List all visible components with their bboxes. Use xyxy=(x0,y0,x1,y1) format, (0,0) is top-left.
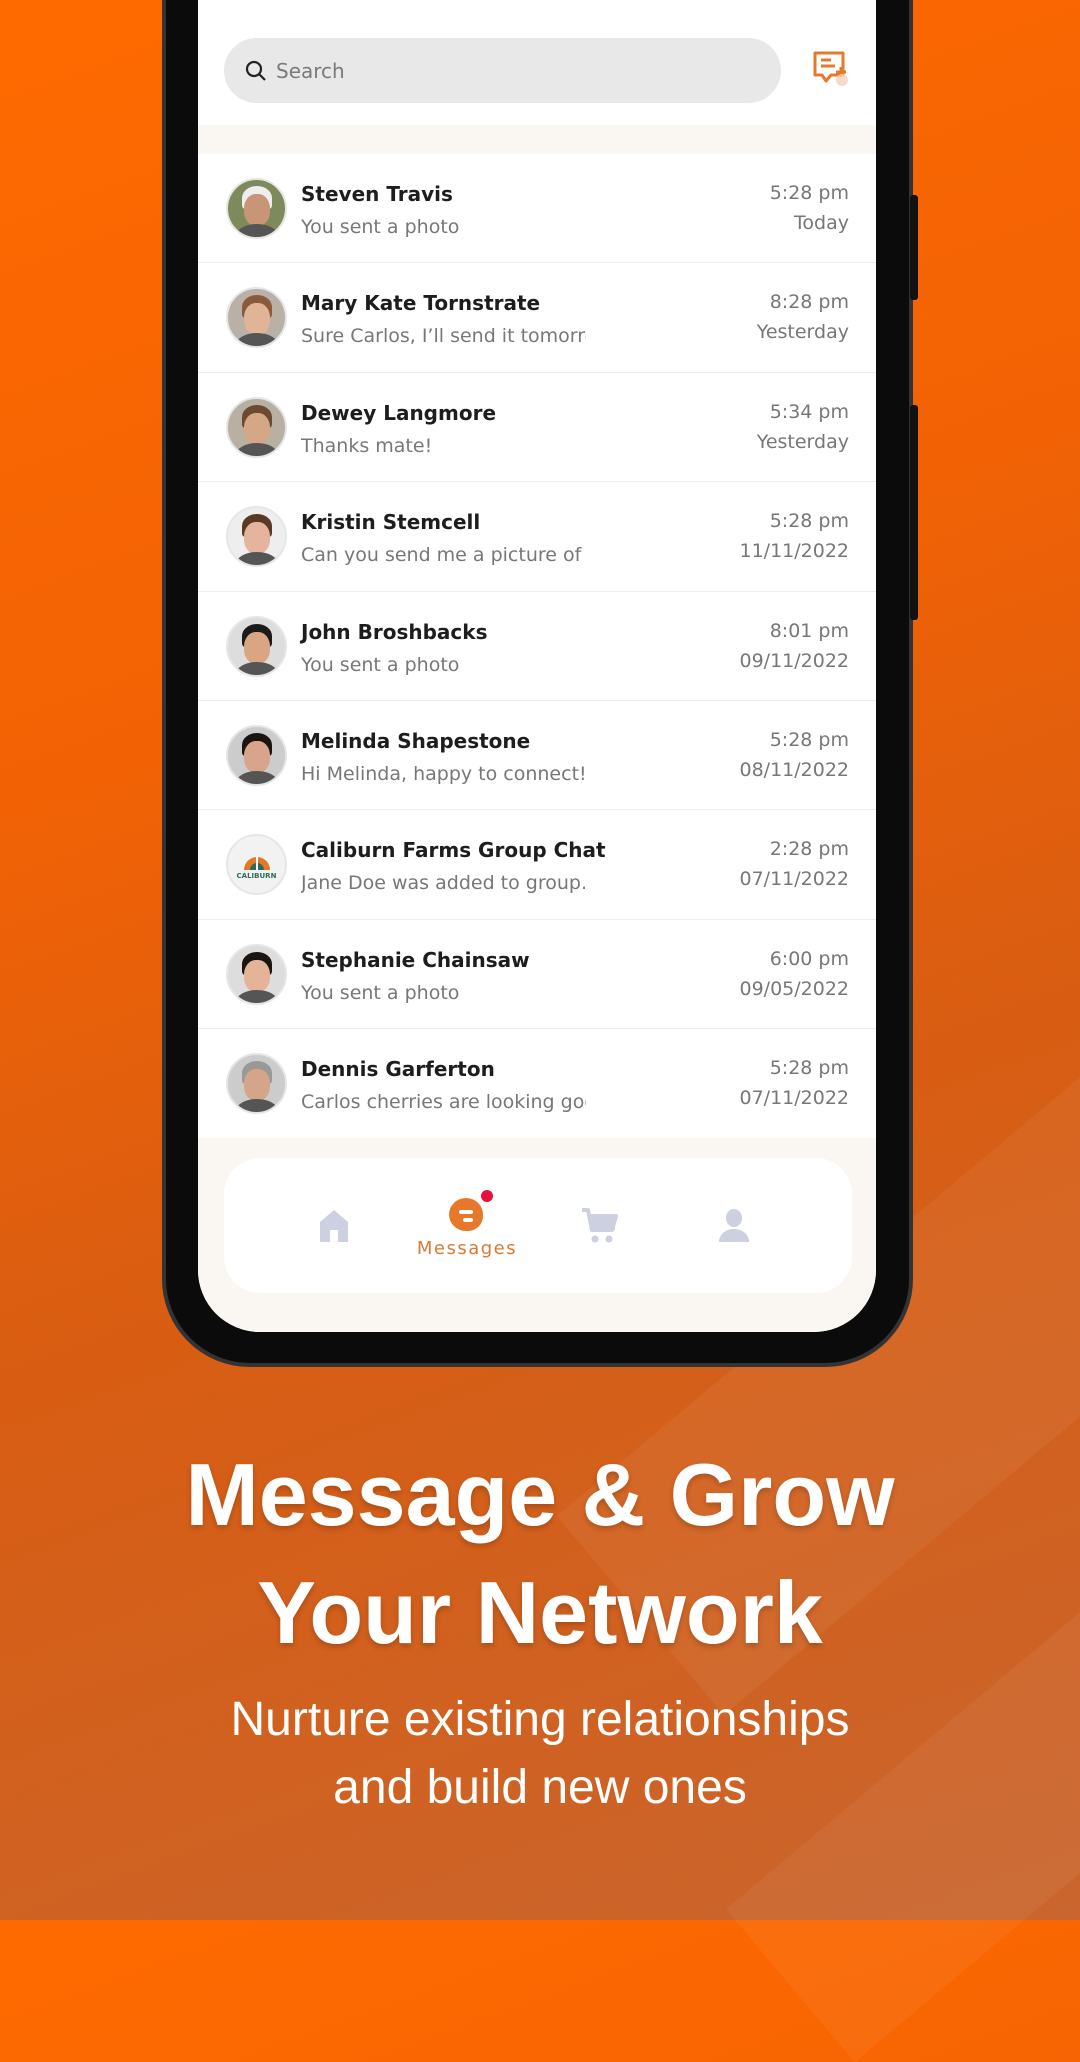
message-date: 08/11/2022 xyxy=(739,758,849,781)
profile-icon xyxy=(719,1208,749,1242)
conversation-row[interactable]: Dennis Garferton Carlos cherries are loo… xyxy=(198,1029,876,1139)
message-time: 5:28 pm xyxy=(769,728,849,751)
message-preview: Can you send me a picture of cherries xyxy=(301,544,586,567)
messages-icon xyxy=(447,1190,493,1232)
message-time: 2:28 pm xyxy=(769,838,849,861)
conversation-row[interactable]: Mary Kate Tornstrate Sure Carlos, I’ll s… xyxy=(198,263,876,373)
message-preview: You sent a photo xyxy=(301,981,460,1004)
message-time: 5:34 pm xyxy=(769,400,849,423)
headline-line2: Your Network xyxy=(257,1563,823,1662)
message-preview: Carlos cherries are looking good xyxy=(301,1091,586,1114)
avatar xyxy=(226,615,287,677)
subheadline-line1: Nurture existing relationships xyxy=(230,1693,850,1746)
message-preview: Thanks mate! xyxy=(301,434,433,457)
avatar xyxy=(226,396,287,458)
message-preview: Hi Melinda, happy to connect! xyxy=(301,762,586,785)
contact-name: Dewey Langmore xyxy=(301,400,497,425)
subheadline-line2: and build new ones xyxy=(333,1761,747,1814)
group-logo-avatar: CALIBURN xyxy=(226,834,287,896)
conversation-row[interactable]: John Broshbacks You sent a photo 8:01 pm… xyxy=(198,591,876,701)
contact-name: Stephanie Chainsaw xyxy=(301,947,530,972)
conversation-row[interactable]: Kristin Stemcell Can you send me a pictu… xyxy=(198,482,876,592)
message-date: Yesterday xyxy=(756,321,849,344)
nav-messages-label: Messages xyxy=(416,1238,518,1259)
avatar xyxy=(226,287,287,349)
avatar xyxy=(226,943,287,1005)
contact-name: Steven Travis xyxy=(301,182,453,206)
cart-icon xyxy=(582,1207,618,1242)
nav-home[interactable] xyxy=(274,1158,394,1293)
phone-side-button xyxy=(910,195,918,300)
search-icon xyxy=(245,60,266,81)
list-divider-band xyxy=(198,125,876,154)
conversation-row[interactable]: CALIBURN Caliburn Farms Group Chat Jane D… xyxy=(198,810,876,920)
contact-name: Mary Kate Tornstrate xyxy=(301,291,541,316)
nav-messages[interactable]: Messages xyxy=(407,1158,527,1293)
message-date: 09/11/2022 xyxy=(739,649,849,672)
message-preview: Sure Carlos, I’ll send it tomorrow xyxy=(301,325,586,348)
avatar xyxy=(226,178,287,239)
new-message-icon[interactable] xyxy=(811,49,851,89)
nav-cart[interactable] xyxy=(540,1158,660,1293)
message-date: Yesterday xyxy=(756,430,849,453)
message-time: 8:01 pm xyxy=(769,619,849,642)
conversation-row[interactable]: Stephanie Chainsaw You sent a photo 6:00… xyxy=(198,919,876,1030)
contact-name: Caliburn Farms Group Chat xyxy=(301,838,606,863)
contact-name: Dennis Garferton xyxy=(301,1057,495,1082)
bottom-nav: Messages xyxy=(224,1158,852,1293)
message-time: 5:28 pm xyxy=(769,510,849,533)
message-date: Today xyxy=(794,212,849,234)
home-icon xyxy=(320,1209,348,1242)
avatar xyxy=(226,724,287,786)
message-time: 5:28 pm xyxy=(769,1057,849,1080)
nav-profile[interactable] xyxy=(674,1158,794,1293)
message-time: 6:00 pm xyxy=(769,947,849,970)
headline-line1: Message & Grow xyxy=(185,1445,895,1544)
search-placeholder: Search xyxy=(276,58,345,83)
message-time: 8:28 pm xyxy=(769,291,849,314)
phone-side-button xyxy=(910,405,918,620)
message-time: 5:28 pm xyxy=(769,182,849,204)
message-date: 09/05/2022 xyxy=(739,977,849,1000)
conversation-row[interactable]: Dewey Langmore Thanks mate! 5:34 pm Yest… xyxy=(198,372,876,483)
message-preview: You sent a photo xyxy=(301,216,460,238)
avatar xyxy=(226,1053,287,1115)
avatar xyxy=(226,506,287,568)
message-date: 11/11/2022 xyxy=(739,540,849,563)
contact-name: Melinda Shapestone xyxy=(301,728,531,753)
bottom-area: Messages xyxy=(198,1138,876,1332)
search-input[interactable]: Search xyxy=(224,38,781,103)
message-preview: You sent a photo xyxy=(301,653,460,676)
app-screen: Search Steven Travis You sent a photo 5:… xyxy=(198,0,876,1332)
conversation-row[interactable]: Melinda Shapestone Hi Melinda, happy to … xyxy=(198,700,876,811)
conversation-row[interactable]: Steven Travis You sent a photo 5:28 pm T… xyxy=(198,154,876,264)
contact-name: Kristin Stemcell xyxy=(301,510,481,535)
message-preview: Jane Doe was added to group... xyxy=(301,872,586,895)
message-date: 07/11/2022 xyxy=(739,1087,849,1110)
conversation-list: Steven Travis You sent a photo 5:28 pm T… xyxy=(198,154,876,1139)
contact-name: John Broshbacks xyxy=(301,619,488,644)
unread-badge xyxy=(481,1190,493,1202)
message-date: 07/11/2022 xyxy=(739,868,849,891)
